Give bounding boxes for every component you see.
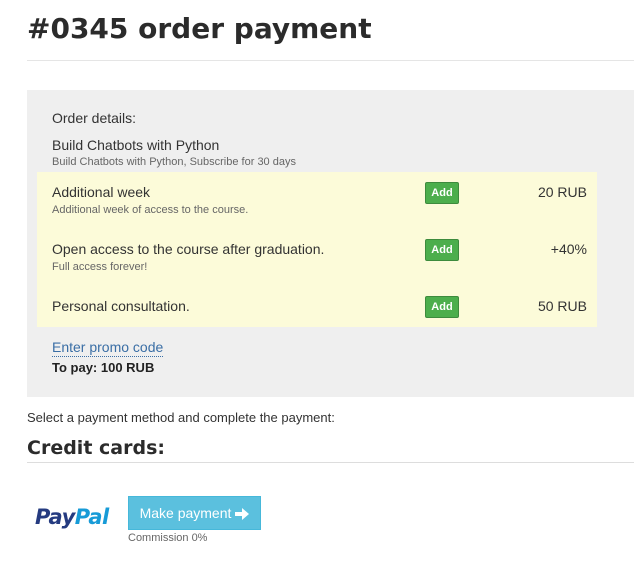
addon-name: Open access to the course after graduati… — [52, 241, 325, 257]
product-name: Build Chatbots with Python — [52, 137, 220, 153]
paypal-logo: PayPal — [35, 505, 109, 529]
page-title: #0345 order payment — [27, 12, 372, 45]
make-payment-label: Make payment — [139, 505, 232, 521]
addon-additional-week: Additional week Additional week of acces… — [37, 172, 597, 222]
section-divider — [27, 462, 634, 463]
addon-personal-consultation: Personal consultation. Add 50 RUB — [37, 286, 597, 336]
add-open-access-button[interactable]: Add — [425, 239, 459, 261]
add-additional-week-button[interactable]: Add — [425, 182, 459, 204]
add-personal-consultation-button[interactable]: Add — [425, 296, 459, 318]
addon-name: Personal consultation. — [52, 298, 190, 314]
addon-price: 50 RUB — [537, 298, 587, 314]
paypal-logo-part1: Pay — [35, 505, 75, 529]
addon-description: Full access forever! — [52, 261, 148, 273]
paypal-logo-part2: Pal — [74, 505, 109, 529]
addon-open-access: Open access to the course after graduati… — [37, 229, 597, 279]
enter-promo-code-link[interactable]: Enter promo code — [52, 339, 164, 357]
make-payment-button[interactable]: Make payment — [128, 496, 261, 530]
commission-text: Commission 0% — [128, 532, 208, 544]
arrow-right-icon — [235, 507, 250, 520]
order-details-panel: Order details: Build Chatbots with Pytho… — [27, 90, 634, 397]
title-divider — [27, 60, 634, 61]
addons-list: Additional week Additional week of acces… — [37, 172, 597, 327]
addon-price: +40% — [550, 241, 587, 257]
total-to-pay: To pay: 100 RUB — [52, 360, 155, 375]
addon-name: Additional week — [52, 184, 151, 200]
product-description: Build Chatbots with Python, Subscribe fo… — [52, 156, 296, 168]
addon-description: Additional week of access to the course. — [52, 204, 249, 216]
payment-instruction: Select a payment method and complete the… — [27, 410, 335, 425]
order-details-label: Order details: — [52, 110, 137, 126]
addon-price: 20 RUB — [537, 184, 587, 200]
credit-cards-heading: Credit cards: — [27, 437, 165, 459]
